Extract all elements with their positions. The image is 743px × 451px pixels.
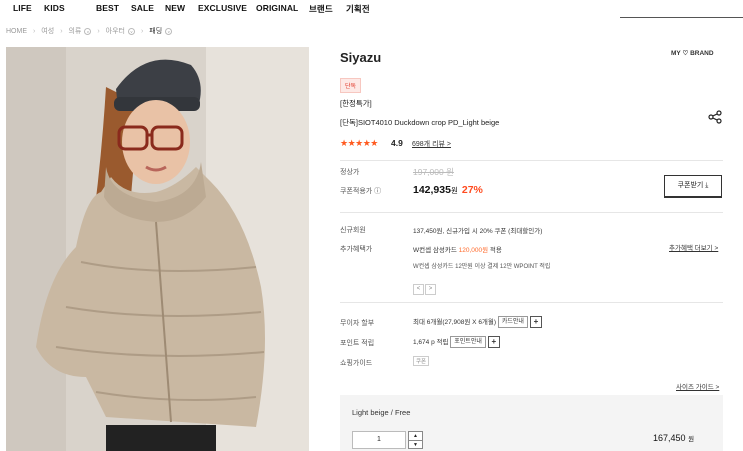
search-input[interactable] <box>620 17 743 18</box>
sale-price: 142,935원 <box>413 184 458 196</box>
installment-label: 무이자 할부 <box>340 320 375 327</box>
next-arrow-icon[interactable]: > <box>425 284 436 295</box>
nav-new[interactable]: NEW <box>165 3 185 13</box>
breadcrumb: HOME › 여성 › 의류 v › 아우터 v › 패딩 v <box>6 26 174 36</box>
coupon-download-button[interactable]: 쿠폰받기 ⤓ <box>664 175 722 198</box>
my-brand-button[interactable]: MY ♡ BRAND <box>671 49 714 57</box>
installment-text: 최대 6개월(27,908원 X 6개월) <box>413 319 497 326</box>
point-info-button[interactable]: 포인트안내 <box>450 336 486 349</box>
decrease-icon[interactable]: ▼ <box>409 441 422 449</box>
exclusive-badge: 단독 <box>340 78 362 93</box>
nav-life[interactable]: LIFE <box>13 3 32 13</box>
new-member-text: 137,450원, 신규가입 시 20% 쿠폰 (최대할인가) <box>413 228 543 235</box>
share-icon[interactable] <box>708 110 722 124</box>
card-info-plus-button[interactable]: + <box>529 316 542 329</box>
extra-benefit-text: W컨셉 삼성카드 120,000원 적용 <box>413 247 502 254</box>
product-image[interactable] <box>6 47 309 451</box>
breadcrumb-home[interactable]: HOME <box>6 28 27 35</box>
top-navigation: LIFE KIDS BEST SALE NEW EXCLUSIVE ORIGIN… <box>0 0 743 18</box>
card-info-button[interactable]: 카드안내 <box>497 316 528 329</box>
rating-stars: ★★★★★ <box>340 138 378 148</box>
regular-price: 197,000 원 <box>413 167 454 177</box>
increase-icon[interactable]: ▲ <box>409 432 422 441</box>
brand-name[interactable]: Siyazu <box>340 50 381 65</box>
nav-kids[interactable]: KIDS <box>44 3 65 13</box>
coupon-price-label[interactable]: 쿠폰적용가 ⓘ <box>340 186 381 196</box>
nav-brand[interactable]: 브랜드 <box>309 3 333 15</box>
size-guide-link[interactable]: 사이즈 가이드 > <box>676 381 719 391</box>
shopping-guide-label: 쇼핑가이드 <box>340 360 373 367</box>
extra-benefit-sub: W컨셉 삼성카드 12만원 이상 결제 12만 WPOINT 적립 <box>413 264 551 270</box>
regular-price-label: 정상가 <box>340 169 360 176</box>
point-info-plus-button[interactable]: + <box>487 336 500 349</box>
discount-rate: 27% <box>461 184 483 196</box>
selected-option-box: Light beige / Free 1 ▲ ▼ 167,450 원 <box>340 395 723 451</box>
nav-special[interactable]: 기획전 <box>346 3 370 15</box>
divider <box>340 160 723 161</box>
product-name: [단독]SIOT4010 Duckdown crop PD_Light beig… <box>340 118 500 127</box>
review-count-link[interactable]: 698개 리뷰 > <box>412 139 451 149</box>
more-benefits-link[interactable]: 추가혜택 더보기 > <box>669 242 718 252</box>
point-label: 포인트 적립 <box>340 340 375 347</box>
breadcrumb-clothing[interactable]: 의류 <box>68 28 81 35</box>
breadcrumb-women[interactable]: 여성 <box>41 28 54 35</box>
nav-sale[interactable]: SALE <box>131 3 154 13</box>
option-price: 167,450 원 <box>653 433 695 443</box>
quantity-input[interactable]: 1 <box>352 431 406 449</box>
prev-arrow-icon[interactable]: < <box>413 284 424 295</box>
chevron-down-icon[interactable]: v <box>165 27 173 35</box>
divider <box>340 302 723 303</box>
new-member-label: 신규회원 <box>340 227 366 234</box>
promo-label: [한정특가] <box>340 99 372 108</box>
nav-exclusive[interactable]: EXCLUSIVE <box>198 3 247 13</box>
model-photo <box>6 47 309 451</box>
divider <box>340 212 723 213</box>
nav-original[interactable]: ORIGINAL <box>256 3 298 13</box>
breadcrumb-outer[interactable]: 아우터 <box>106 28 125 35</box>
coupon-tag[interactable]: 쿠폰 <box>413 356 430 366</box>
breadcrumb-padding[interactable]: 패딩 <box>149 28 162 35</box>
rating-score: 4.9 <box>391 138 403 148</box>
option-name: Light beige / Free <box>352 408 411 417</box>
extra-benefit-label: 추가혜택가 <box>340 246 373 253</box>
benefit-pager: < > <box>413 277 437 295</box>
point-text: 1,674 p 적립 <box>413 339 449 346</box>
chevron-down-icon[interactable]: v <box>128 27 135 35</box>
quantity-stepper[interactable]: ▲ ▼ <box>408 431 423 449</box>
chevron-down-icon[interactable]: v <box>84 27 92 35</box>
nav-best[interactable]: BEST <box>96 3 119 13</box>
